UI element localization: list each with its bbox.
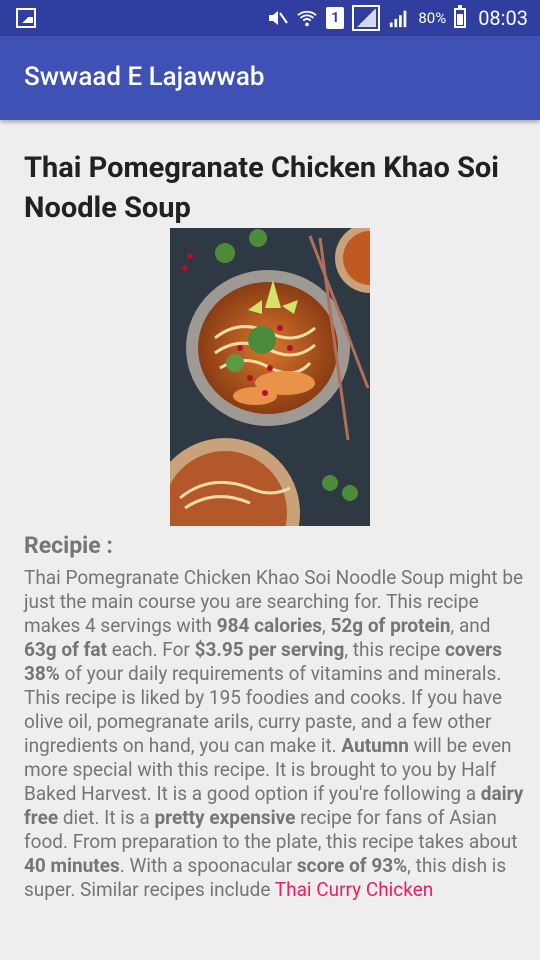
desc-fat: 63g of fat [24,638,108,661]
recipe-detail-scroll[interactable]: Thai Pomegranate Chicken Khao Soi Noodle… [0,120,540,936]
signal-box-icon [352,5,381,31]
desc-text: diet. It is a [58,806,155,829]
status-icons: 1 80% 08:03 [266,0,528,36]
desc-protein: 52g of protein [330,614,451,637]
desc-season: Autumn [341,734,409,757]
recipe-image [170,228,370,526]
desc-score: score of 93% [296,854,408,877]
signal-icon [388,7,410,29]
bottom-fade [0,936,540,960]
app-bar: Swwaad E Lajawwab [0,36,540,120]
battery-percentage: 80% [418,9,447,27]
recipe-title: Thai Pomegranate Chicken Khao Soi Noodle… [24,151,499,225]
recipe-section-label: Recipie : [24,532,113,559]
desc-price: $3.95 per serving [194,638,345,661]
app-title: Swwaad E Lajawwab [24,62,265,92]
wifi-icon [296,7,318,29]
recipe-description: Thai Pomegranate Chicken Khao Soi Noodle… [24,566,524,902]
clock: 08:03 [478,6,528,30]
gallery-icon [16,8,36,28]
desc-text: , this recipe [344,638,445,661]
desc-text: . With a spoonacular [119,854,297,877]
desc-calories: 984 calories [216,614,322,637]
status-bar: 1 80% 08:03 [0,0,540,36]
sim-icon: 1 [326,7,345,29]
desc-price-level: pretty expensive [154,806,296,829]
desc-time: 40 minutes [24,854,120,877]
mute-icon [266,7,289,29]
battery-icon [454,5,467,28]
similar-recipe-link[interactable]: Thai Curry Chicken [275,878,433,901]
desc-text: , and [450,614,491,637]
desc-text: each. For [107,638,195,661]
